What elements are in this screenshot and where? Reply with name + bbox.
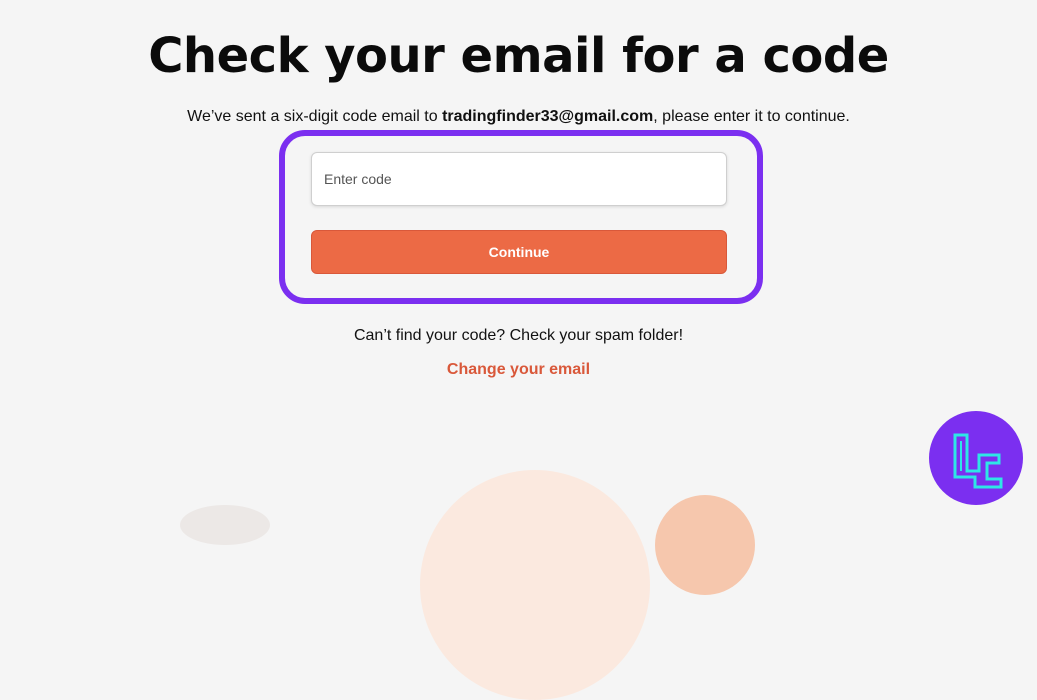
decorative-blob-center bbox=[420, 470, 650, 700]
subtitle-prefix: We’ve sent a six-digit code email to bbox=[187, 108, 443, 125]
decorative-blob-left bbox=[180, 505, 270, 545]
code-sent-message: We’ve sent a six-digit code email to tra… bbox=[0, 107, 1037, 127]
recipient-email: tradingfinder33@gmail.com bbox=[442, 108, 654, 125]
change-email-link[interactable]: Change your email bbox=[0, 360, 1037, 380]
continue-button[interactable]: Continue bbox=[311, 230, 727, 274]
page-title: Check your email for a code bbox=[148, 28, 889, 84]
subtitle-suffix: , please enter it to continue. bbox=[653, 108, 850, 125]
spam-folder-hint: Can’t find your code? Check your spam fo… bbox=[353, 327, 684, 344]
code-input[interactable] bbox=[311, 152, 727, 206]
decorative-blob-right bbox=[655, 495, 755, 595]
tradingfinder-logo-icon bbox=[929, 411, 1023, 505]
